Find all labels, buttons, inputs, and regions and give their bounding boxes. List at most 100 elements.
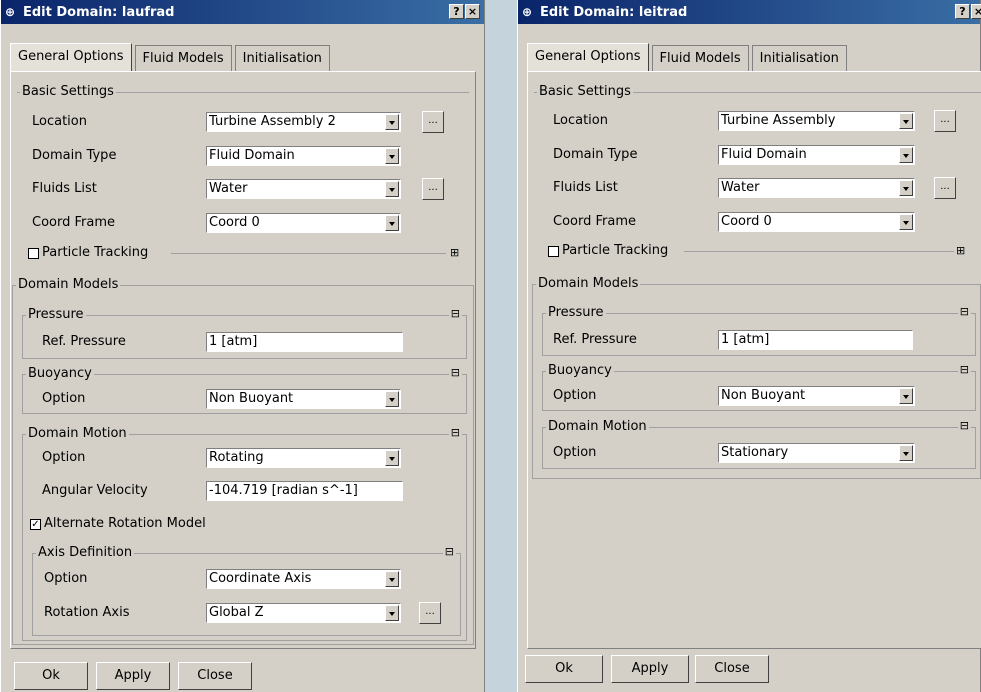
window-icon: ⊕ xyxy=(5,5,16,19)
ok-button[interactable]: Ok xyxy=(14,662,88,690)
tab-fluid-models[interactable]: Fluid Models xyxy=(134,45,232,71)
coord-frame-label: Coord Frame xyxy=(32,215,115,230)
domain-type-select[interactable]: Fluid Domain xyxy=(206,146,401,166)
basic-settings-label: Basic Settings xyxy=(20,84,116,99)
left-titlebar[interactable]: ⊕ Edit Domain: laufrad ? × xyxy=(1,0,484,24)
chevron-down-icon xyxy=(385,571,399,587)
location-select[interactable]: Turbine Assembly 2 xyxy=(206,112,401,132)
location-label: Location xyxy=(32,114,87,129)
rotation-axis-browse-button[interactable]: ... xyxy=(419,602,441,624)
collapse-icon[interactable]: ⊟ xyxy=(448,426,462,439)
rotation-axis-label: Rotation Axis xyxy=(44,605,130,620)
window-icon: ⊕ xyxy=(522,5,533,19)
basic-settings-label: Basic Settings xyxy=(537,84,633,99)
right-title: Edit Domain: leitrad xyxy=(540,4,688,20)
apply-button[interactable]: Apply xyxy=(96,662,170,690)
particle-tracking-checkbox[interactable] xyxy=(28,248,39,259)
ref-pressure-input[interactable]: 1 [atm] xyxy=(206,332,403,352)
ok-button[interactable]: Ok xyxy=(525,655,603,683)
domain-motion-label: Domain Motion xyxy=(546,419,649,434)
close-window-button[interactable]: × xyxy=(465,4,480,19)
left-dialog: ⊕ Edit Domain: laufrad ? × General Optio… xyxy=(0,0,485,692)
pressure-label: Pressure xyxy=(26,307,86,322)
tab-initialisation[interactable]: Initialisation xyxy=(234,45,330,71)
alternate-rotation-label: Alternate Rotation Model xyxy=(44,516,206,531)
collapse-icon[interactable]: ⊟ xyxy=(957,305,971,318)
motion-option-label: Option xyxy=(42,450,86,465)
location-select[interactable]: Turbine Assembly xyxy=(718,111,915,131)
particle-tracking-checkbox[interactable] xyxy=(548,246,559,257)
particle-tracking-label: Particle Tracking xyxy=(42,245,149,260)
buoyancy-option-label: Option xyxy=(42,391,86,406)
motion-option-select[interactable]: Rotating xyxy=(206,448,401,468)
fluids-browse-button[interactable]: ... xyxy=(934,177,956,199)
domain-models-label: Domain Models xyxy=(16,277,121,292)
chevron-down-icon xyxy=(899,445,913,461)
ref-pressure-label: Ref. Pressure xyxy=(553,332,637,347)
motion-option-label: Option xyxy=(553,445,597,460)
axis-definition-group: Axis Definition ⊟ xyxy=(32,545,461,636)
collapse-icon[interactable]: ⊟ xyxy=(957,363,971,376)
fluids-list-select[interactable]: Water xyxy=(718,178,915,198)
help-button[interactable]: ? xyxy=(955,4,970,19)
chevron-down-icon xyxy=(899,388,913,404)
right-titlebar[interactable]: ⊕ Edit Domain: leitrad ? × xyxy=(518,0,981,24)
location-picker-button[interactable]: ... xyxy=(934,110,956,132)
domain-type-select[interactable]: Fluid Domain xyxy=(718,145,915,165)
close-window-button[interactable]: × xyxy=(971,4,981,19)
ref-pressure-label: Ref. Pressure xyxy=(42,334,126,349)
expand-icon[interactable]: ⊞ xyxy=(450,246,459,259)
help-button[interactable]: ? xyxy=(449,4,464,19)
tab-initialisation[interactable]: Initialisation xyxy=(751,45,847,71)
left-tab-panel: Basic Settings Location Turbine Assembly… xyxy=(10,71,476,649)
domain-models-label: Domain Models xyxy=(536,276,641,291)
collapse-icon[interactable]: ⊟ xyxy=(448,307,462,320)
left-tabs: General Options Fluid Models Initialisat… xyxy=(10,43,333,71)
buoyancy-option-label: Option xyxy=(553,388,597,403)
rotation-axis-select[interactable]: Global Z xyxy=(206,603,401,623)
angular-velocity-input[interactable]: -104.719 [radian s^-1] xyxy=(206,481,403,501)
particle-tracking-divider xyxy=(684,251,954,252)
location-picker-button[interactable]: ... xyxy=(422,111,444,133)
axis-option-select[interactable]: Coordinate Axis xyxy=(206,569,401,589)
collapse-icon[interactable]: ⊟ xyxy=(442,545,456,558)
close-button[interactable]: Close xyxy=(178,662,252,690)
basic-settings-group: Basic Settings xyxy=(534,84,981,99)
close-button[interactable]: Close xyxy=(695,655,769,683)
coord-frame-select[interactable]: Coord 0 xyxy=(206,213,401,233)
ref-pressure-input[interactable]: 1 [atm] xyxy=(718,330,913,350)
chevron-down-icon xyxy=(385,215,399,231)
axis-definition-label: Axis Definition xyxy=(36,545,135,560)
domain-type-label: Domain Type xyxy=(32,148,117,163)
fluids-list-select[interactable]: Water xyxy=(206,179,401,199)
particle-tracking-label: Particle Tracking xyxy=(562,243,669,258)
right-tab-panel: Basic Settings Location Turbine Assembly… xyxy=(527,71,981,649)
apply-button[interactable]: Apply xyxy=(611,655,689,683)
coord-frame-select[interactable]: Coord 0 xyxy=(718,212,915,232)
location-label: Location xyxy=(553,113,608,128)
left-title: Edit Domain: laufrad xyxy=(23,4,175,20)
domain-type-label: Domain Type xyxy=(553,147,638,162)
alternate-rotation-checkbox[interactable]: ✓ xyxy=(30,519,41,530)
motion-option-select[interactable]: Stationary xyxy=(718,443,915,463)
coord-frame-label: Coord Frame xyxy=(553,214,636,229)
chevron-down-icon xyxy=(899,147,913,163)
tab-general-options[interactable]: General Options xyxy=(527,43,649,71)
chevron-down-icon xyxy=(385,605,399,621)
particle-tracking-divider xyxy=(171,253,446,254)
collapse-icon[interactable]: ⊟ xyxy=(957,419,971,432)
collapse-icon[interactable]: ⊟ xyxy=(448,366,462,379)
tab-general-options[interactable]: General Options xyxy=(10,43,132,71)
tab-fluid-models[interactable]: Fluid Models xyxy=(651,45,749,71)
fluids-browse-button[interactable]: ... xyxy=(422,178,444,200)
expand-icon[interactable]: ⊞ xyxy=(956,244,965,257)
chevron-down-icon xyxy=(385,148,399,164)
chevron-down-icon xyxy=(385,114,399,130)
chevron-down-icon xyxy=(385,181,399,197)
buoyancy-label: Buoyancy xyxy=(26,366,94,381)
buoyancy-option-select[interactable]: Non Buoyant xyxy=(206,389,401,409)
fluids-list-label: Fluids List xyxy=(32,181,97,196)
right-dialog: ⊕ Edit Domain: leitrad ? × General Optio… xyxy=(517,0,981,692)
axis-option-label: Option xyxy=(44,571,88,586)
buoyancy-option-select[interactable]: Non Buoyant xyxy=(718,386,915,406)
